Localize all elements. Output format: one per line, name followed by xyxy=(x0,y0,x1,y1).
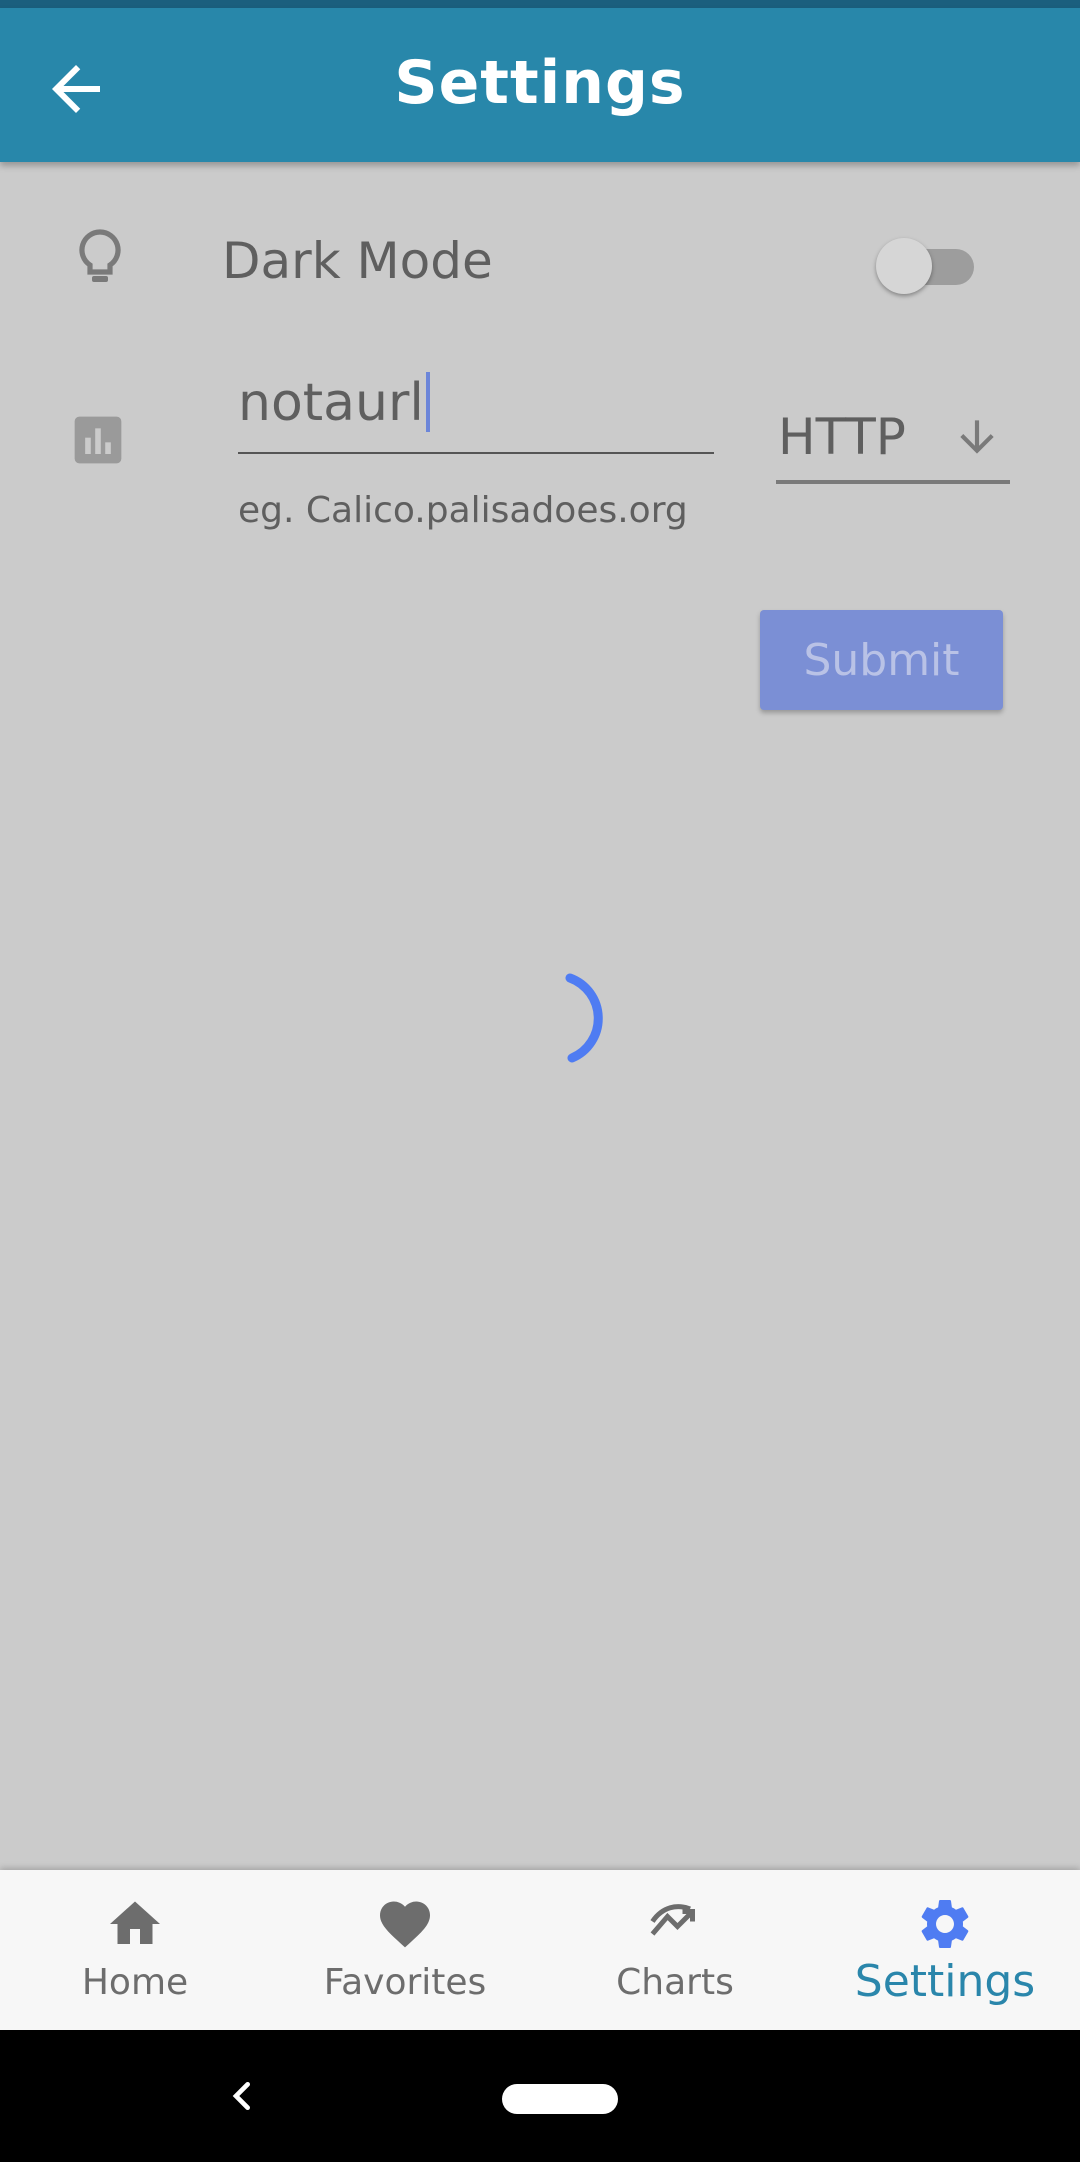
nav-favorites-label: Favorites xyxy=(323,1962,487,2003)
page-title: Settings xyxy=(394,48,686,118)
system-home-pill[interactable] xyxy=(502,2084,618,2114)
spinner-icon xyxy=(565,973,603,1063)
dark-mode-label: Dark Mode xyxy=(222,232,493,290)
status-bar xyxy=(0,0,1080,8)
nav-charts-label: Charts xyxy=(616,1962,734,2003)
server-url-helper-text: eg. Calico.palisadoes.org xyxy=(238,490,688,531)
dark-mode-toggle[interactable] xyxy=(876,235,980,294)
trending-icon xyxy=(650,1904,695,1936)
system-back-icon[interactable] xyxy=(222,2076,262,2116)
bottom-navigation: Home Favorites Charts Settings xyxy=(0,1870,1080,2030)
protocol-selected-value: HTTP xyxy=(778,408,906,466)
nav-settings-label: Settings xyxy=(854,1956,1036,2007)
text-cursor xyxy=(425,372,430,432)
system-navigation-bar xyxy=(0,2030,1080,2162)
submit-button[interactable]: Submit xyxy=(760,610,1003,710)
heart-icon xyxy=(380,1901,430,1948)
gear-icon xyxy=(921,1899,969,1948)
protocol-dropdown[interactable]: HTTP xyxy=(776,400,1010,484)
server-url-input[interactable]: notaurl xyxy=(238,362,714,454)
nav-settings[interactable]: Settings xyxy=(810,1870,1080,2030)
nav-home-label: Home xyxy=(81,1962,189,2003)
toggle-thumb xyxy=(876,238,932,294)
nav-home[interactable]: Home xyxy=(0,1870,270,2030)
nav-favorites[interactable]: Favorites xyxy=(270,1870,540,2030)
nav-charts[interactable]: Charts xyxy=(540,1870,810,2030)
lightbulb-icon xyxy=(79,229,121,282)
server-url-value: notaurl xyxy=(238,372,430,433)
arrow-down-icon xyxy=(960,420,994,454)
home-icon xyxy=(110,1901,160,1944)
app-bar: Settings xyxy=(0,8,1080,162)
bar-chart-icon xyxy=(74,416,122,464)
